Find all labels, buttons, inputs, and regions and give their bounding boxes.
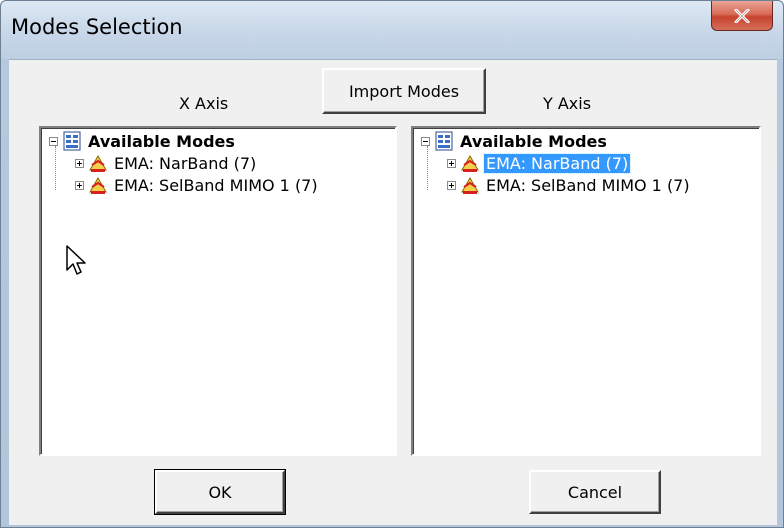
- tree-root-label: Available Modes: [460, 131, 607, 151]
- x-axis-tree[interactable]: Available Modes EMA: NarBand (7) EMA: Se…: [39, 126, 397, 456]
- expand-icon[interactable]: [75, 158, 84, 168]
- modes-selection-dialog: Modes Selection Import Modes X Axis Y Ax…: [0, 0, 784, 528]
- close-icon: [734, 8, 750, 23]
- tree-connector: [427, 146, 429, 190]
- ok-button[interactable]: OK: [154, 469, 286, 515]
- modes-list-icon: [435, 131, 453, 151]
- tree-item-label: EMA: SelBand MIMO 1 (7): [114, 175, 318, 195]
- tree-root-available-modes[interactable]: Available Modes: [421, 130, 609, 152]
- collapse-icon[interactable]: [49, 136, 58, 146]
- expand-icon[interactable]: [75, 180, 84, 190]
- tree-root-label: Available Modes: [88, 131, 235, 151]
- tree-item-selected[interactable]: EMA: NarBand (7): [447, 152, 632, 174]
- tree-item[interactable]: EMA: NarBand (7): [75, 152, 258, 174]
- y-axis-tree[interactable]: Available Modes EMA: NarBand (7) EMA: Se…: [411, 126, 761, 456]
- tree-connector: [55, 146, 57, 190]
- collapse-icon[interactable]: [421, 136, 430, 146]
- tree-item-label: EMA: NarBand (7): [114, 153, 257, 173]
- tree-root-available-modes[interactable]: Available Modes: [49, 130, 237, 152]
- title-bar[interactable]: Modes Selection: [1, 1, 783, 59]
- tree-item-label: EMA: SelBand MIMO 1 (7): [486, 175, 690, 195]
- mouse-pointer-icon: [66, 245, 86, 275]
- mode-shape-icon: [89, 154, 107, 172]
- x-axis-label: X Axis: [179, 94, 229, 113]
- mode-shape-icon: [89, 176, 107, 194]
- expand-icon[interactable]: [447, 158, 456, 168]
- mode-shape-icon: [461, 154, 479, 172]
- close-button[interactable]: [711, 1, 773, 31]
- y-axis-label: Y Axis: [543, 94, 592, 113]
- tree-item-label: EMA: NarBand (7): [482, 152, 632, 174]
- cancel-button[interactable]: Cancel: [529, 470, 661, 514]
- mode-shape-icon: [461, 176, 479, 194]
- modes-list-icon: [63, 131, 81, 151]
- tree-item[interactable]: EMA: SelBand MIMO 1 (7): [447, 174, 692, 196]
- import-modes-button[interactable]: Import Modes: [322, 68, 486, 114]
- window-title: Modes Selection: [11, 15, 183, 39]
- dialog-client-area: Import Modes X Axis Y Axis Available Mod…: [9, 59, 777, 525]
- tree-item[interactable]: EMA: SelBand MIMO 1 (7): [75, 174, 320, 196]
- expand-icon[interactable]: [447, 180, 456, 190]
